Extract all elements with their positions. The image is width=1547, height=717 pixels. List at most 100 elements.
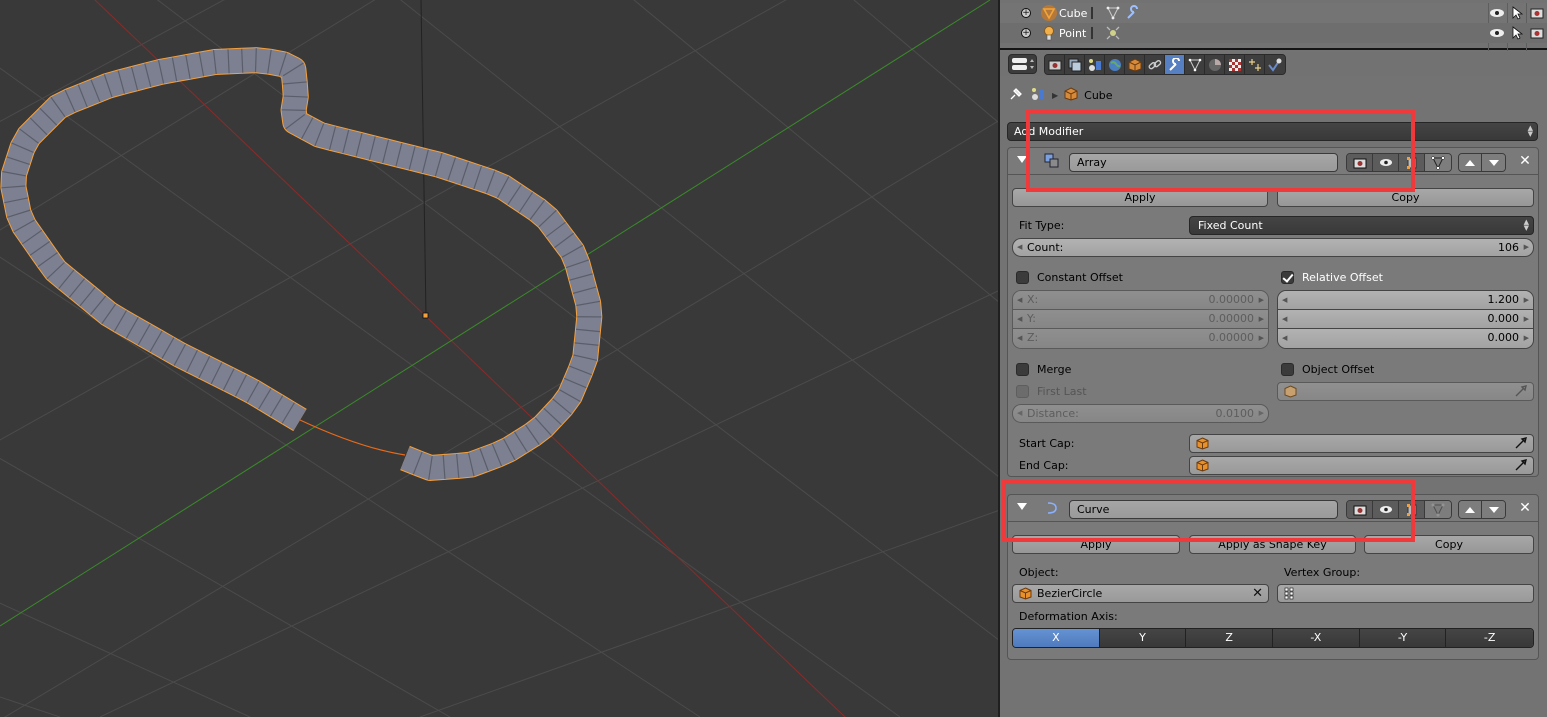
- array-copy-button[interactable]: Copy: [1277, 188, 1534, 207]
- decrement-arrow-icon[interactable]: ◀: [1017, 239, 1022, 256]
- count-label: Count:: [1027, 241, 1064, 254]
- select-arrow-icon[interactable]: [1509, 5, 1525, 21]
- curve-apply-button[interactable]: Apply: [1012, 535, 1180, 554]
- tab-render[interactable]: [1045, 55, 1065, 74]
- add-modifier-dropdown[interactable]: Add Modifier ▲ ▼: [1007, 122, 1538, 141]
- fit-type-dropdown[interactable]: Fixed Count ▲ ▼: [1189, 216, 1534, 235]
- object-origin[interactable]: [422, 312, 429, 319]
- outliner-row-point[interactable]: + Point: [1000, 23, 1547, 43]
- on-cage-toggle-icon[interactable]: [1425, 501, 1451, 518]
- modifier-move-buttons: [1458, 153, 1506, 172]
- tab-render-layers[interactable]: [1065, 55, 1085, 74]
- axis-neg-x-button[interactable]: -X: [1273, 629, 1360, 647]
- eyedropper-icon[interactable]: [1514, 384, 1528, 403]
- render-toggle-camera-icon[interactable]: [1347, 154, 1373, 171]
- move-down-button[interactable]: [1482, 501, 1505, 518]
- constant-offset-x[interactable]: ◀ X: 0.00000 ▶: [1013, 291, 1268, 310]
- tab-object[interactable]: [1125, 55, 1145, 74]
- clear-x-icon[interactable]: ✕: [1252, 586, 1263, 601]
- relative-offset-z[interactable]: ◀ 0.000 ▶: [1278, 329, 1533, 348]
- tab-material[interactable]: [1205, 55, 1225, 74]
- tab-scene[interactable]: [1085, 55, 1105, 74]
- tab-physics[interactable]: [1265, 55, 1285, 74]
- curve-modifier-panel: Curve ✕ Apply Apply as Shape Key Copy Ob…: [1007, 494, 1539, 660]
- relative-offset-label: Relative Offset: [1302, 271, 1383, 284]
- axis-z-button[interactable]: Z: [1186, 629, 1274, 647]
- editmode-toggle-icon[interactable]: [1399, 501, 1425, 518]
- apply-as-shape-key-button[interactable]: Apply as Shape Key: [1189, 535, 1356, 554]
- modifier-name-field[interactable]: Curve: [1069, 500, 1338, 519]
- curve-copy-button[interactable]: Copy: [1364, 535, 1534, 554]
- relative-offset-y[interactable]: ◀ 0.000 ▶: [1278, 310, 1533, 329]
- tab-constraints[interactable]: [1145, 55, 1165, 74]
- outliner-row-cube[interactable]: + Cube: [1000, 3, 1547, 51]
- remove-modifier-close-icon[interactable]: ✕: [1517, 153, 1533, 169]
- constant-offset-y[interactable]: ◀ Y: 0.00000 ▶: [1013, 310, 1268, 329]
- merge-distance-slider[interactable]: ◀ Distance: 0.0100 ▶: [1012, 404, 1269, 423]
- remove-modifier-close-icon[interactable]: ✕: [1517, 500, 1533, 516]
- visibility-eye-icon[interactable]: [1489, 25, 1505, 41]
- constant-offset-z[interactable]: ◀ Z: 0.00000 ▶: [1013, 329, 1268, 348]
- eyedropper-icon[interactable]: [1514, 458, 1528, 477]
- axis-x-button[interactable]: X: [1013, 629, 1100, 647]
- axis-y-button[interactable]: Y: [1099, 629, 1187, 647]
- increment-arrow-icon[interactable]: ▶: [1524, 239, 1529, 256]
- tab-data[interactable]: [1185, 55, 1205, 74]
- mesh-data-icon[interactable]: [1105, 5, 1121, 21]
- merge-checkbox[interactable]: [1016, 363, 1029, 376]
- lamp-data-icon[interactable]: [1105, 25, 1121, 41]
- vertex-group-field[interactable]: [1277, 584, 1534, 603]
- editor-type-button[interactable]: [1008, 54, 1037, 74]
- array-apply-button[interactable]: Apply: [1012, 188, 1268, 207]
- object-offset-checkbox[interactable]: [1281, 363, 1294, 376]
- count-slider[interactable]: ◀ Count: 106 ▶: [1012, 238, 1534, 257]
- render-camera-icon[interactable]: [1529, 25, 1545, 41]
- tab-texture[interactable]: [1225, 55, 1245, 74]
- move-up-button[interactable]: [1459, 501, 1482, 518]
- render-toggle-camera-icon[interactable]: [1347, 501, 1373, 518]
- cube-array-mesh[interactable]: [0, 47, 603, 481]
- first-last-checkbox[interactable]: [1016, 385, 1029, 398]
- curve-object-field[interactable]: BezierCircle ✕: [1012, 584, 1269, 603]
- arrow-up-icon: [1465, 159, 1475, 166]
- tab-modifiers[interactable]: [1165, 55, 1185, 74]
- distance-label: Distance:: [1027, 407, 1079, 420]
- relative-offset-checkbox[interactable]: [1281, 271, 1294, 284]
- object-label: Object:: [1019, 566, 1059, 579]
- separator: [1091, 7, 1093, 19]
- tab-particles[interactable]: [1245, 55, 1265, 74]
- outliner-name[interactable]: Point: [1059, 27, 1086, 40]
- start-cap-field[interactable]: [1189, 434, 1534, 453]
- expand-icon[interactable]: +: [1021, 28, 1031, 38]
- viewport-toggle-eye-icon[interactable]: [1373, 154, 1399, 171]
- axis-neg-y-button[interactable]: -Y: [1359, 629, 1447, 647]
- separator: [1091, 27, 1093, 39]
- on-cage-toggle-icon[interactable]: [1425, 154, 1451, 171]
- offset-object-field[interactable]: [1277, 382, 1534, 401]
- expand-icon[interactable]: +: [1021, 8, 1031, 18]
- array-modifier-panel: Array ✕ Apply Copy Fit Type: Fixed Count…: [1007, 147, 1539, 477]
- pin-icon[interactable]: [1008, 86, 1024, 105]
- start-cap-label: Start Cap:: [1019, 437, 1075, 450]
- tab-world[interactable]: [1105, 55, 1125, 74]
- modifier-name-field[interactable]: Array: [1069, 153, 1338, 172]
- collapse-triangle-icon[interactable]: [1017, 156, 1027, 163]
- axis-neg-z-button[interactable]: -Z: [1446, 629, 1533, 647]
- collapse-triangle-icon[interactable]: [1017, 503, 1027, 510]
- relative-offset-x[interactable]: ◀ 1.200 ▶: [1278, 291, 1533, 310]
- move-down-button[interactable]: [1482, 154, 1505, 171]
- editmode-toggle-icon[interactable]: [1399, 154, 1425, 171]
- visibility-eye-icon[interactable]: [1489, 5, 1505, 21]
- render-camera-icon[interactable]: [1529, 5, 1545, 21]
- viewport-canvas[interactable]: [0, 0, 998, 717]
- eyedropper-icon[interactable]: [1514, 436, 1528, 455]
- wrench-icon[interactable]: [1125, 5, 1141, 21]
- end-cap-field[interactable]: [1189, 456, 1534, 475]
- constant-offset-checkbox[interactable]: [1016, 271, 1029, 284]
- move-up-button[interactable]: [1459, 154, 1482, 171]
- select-arrow-icon[interactable]: [1509, 25, 1525, 41]
- axis-value: 0.000: [1487, 312, 1520, 325]
- outliner-name[interactable]: Cube: [1059, 7, 1087, 20]
- 3d-viewport[interactable]: [0, 0, 998, 717]
- viewport-toggle-eye-icon[interactable]: [1373, 501, 1399, 518]
